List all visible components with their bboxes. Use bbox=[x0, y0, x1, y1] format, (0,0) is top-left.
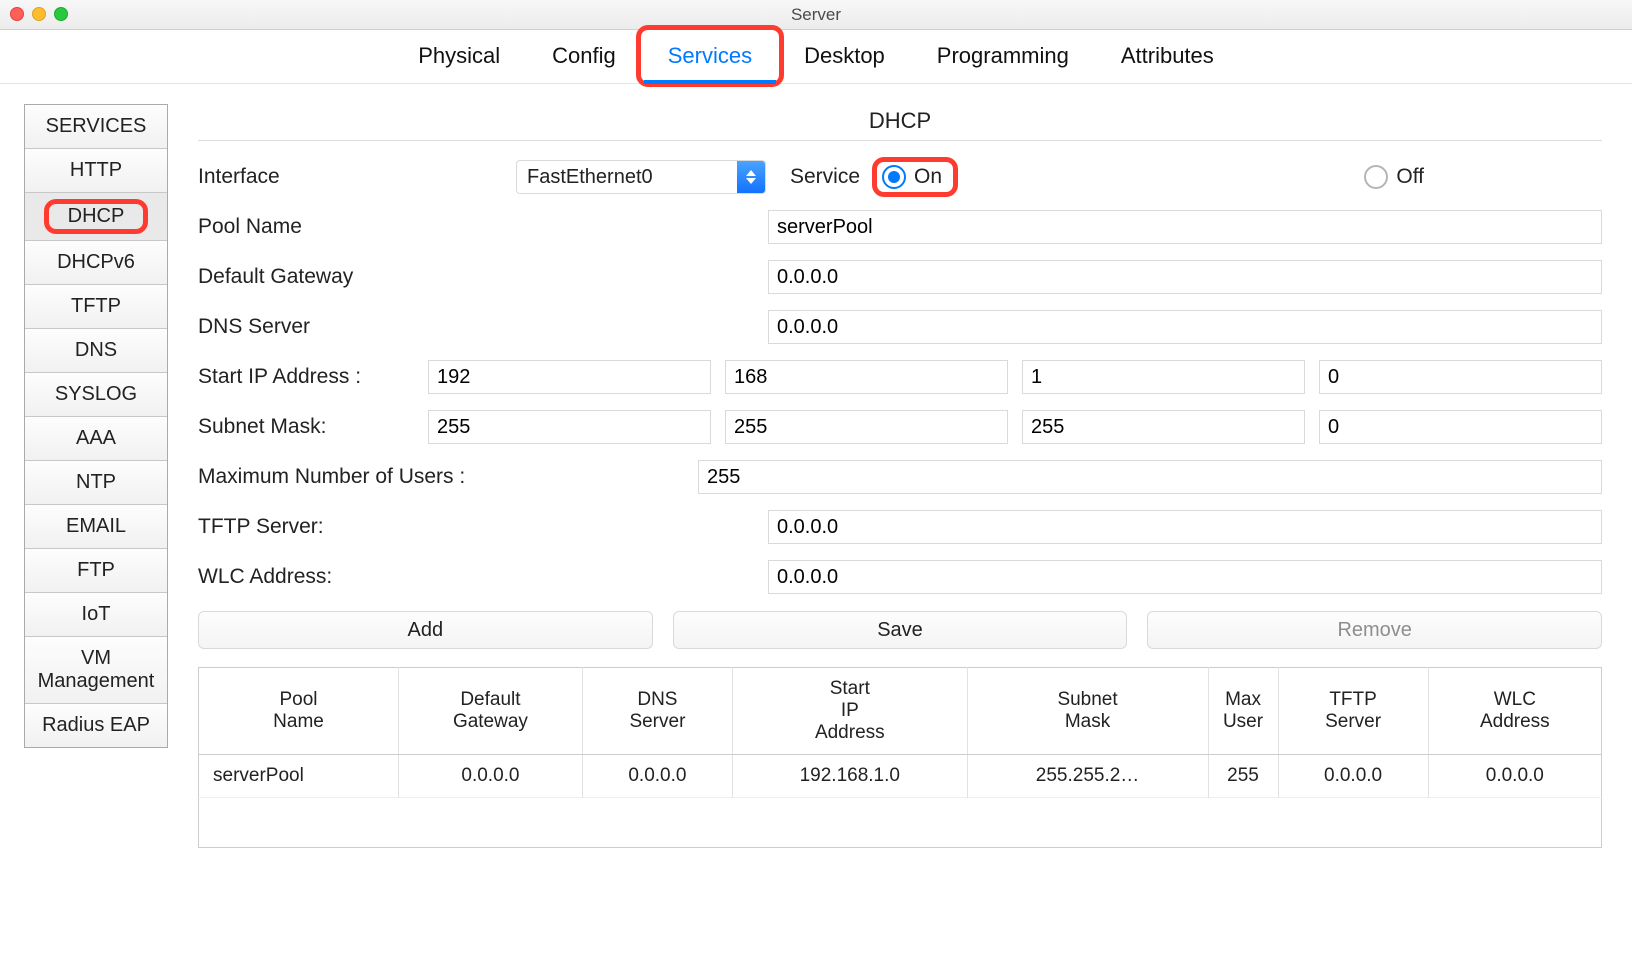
minimize-icon[interactable] bbox=[32, 7, 46, 21]
subnet-octet-4[interactable] bbox=[1319, 410, 1602, 444]
pool-name-label: Pool Name bbox=[198, 215, 768, 239]
cell-gw: 0.0.0.0 bbox=[399, 754, 583, 797]
col-max-user[interactable]: MaxUser bbox=[1208, 668, 1278, 755]
sidebar-item-email[interactable]: EMAIL bbox=[25, 505, 167, 549]
sidebar-item-ntp[interactable]: NTP bbox=[25, 461, 167, 505]
subnet-octet-1[interactable] bbox=[428, 410, 711, 444]
start-ip-octet-4[interactable] bbox=[1319, 360, 1602, 394]
table-header-row: PoolName DefaultGateway DNSServer StartI… bbox=[199, 668, 1602, 755]
sidebar-item-iot[interactable]: IoT bbox=[25, 593, 167, 637]
action-buttons: Add Save Remove bbox=[198, 611, 1602, 649]
dns-server-input[interactable] bbox=[768, 310, 1602, 344]
dns-server-label: DNS Server bbox=[198, 315, 768, 339]
window-titlebar: Server bbox=[0, 0, 1632, 30]
services-sidebar: SERVICES HTTP DHCP DHCPv6 TFTP DNS SYSLO… bbox=[24, 104, 168, 748]
cell-dns: 0.0.0.0 bbox=[582, 754, 732, 797]
col-tftp[interactable]: TFTPServer bbox=[1278, 668, 1428, 755]
window-title: Server bbox=[791, 5, 841, 25]
tftp-server-input[interactable] bbox=[768, 510, 1602, 544]
start-ip-label: Start IP Address : bbox=[198, 365, 428, 389]
close-icon[interactable] bbox=[10, 7, 24, 21]
cell-wlc: 0.0.0.0 bbox=[1428, 754, 1601, 797]
cell-max: 255 bbox=[1208, 754, 1278, 797]
sidebar-item-http[interactable]: HTTP bbox=[25, 149, 167, 193]
wlc-address-input[interactable] bbox=[768, 560, 1602, 594]
tab-attributes[interactable]: Attributes bbox=[1095, 29, 1240, 83]
window-controls bbox=[10, 7, 68, 21]
radio-off-icon bbox=[1364, 165, 1388, 189]
tab-programming[interactable]: Programming bbox=[911, 29, 1095, 83]
service-off-option[interactable]: Off bbox=[1364, 165, 1424, 189]
col-pool-name[interactable]: PoolName bbox=[199, 668, 399, 755]
dhcp-panel: DHCP Interface FastEthernet0 Service On … bbox=[198, 104, 1612, 848]
sidebar-item-aaa[interactable]: AAA bbox=[25, 417, 167, 461]
chevron-updown-icon bbox=[737, 161, 765, 193]
tab-physical[interactable]: Physical bbox=[392, 29, 526, 83]
remove-button[interactable]: Remove bbox=[1147, 611, 1602, 649]
pool-table: PoolName DefaultGateway DNSServer StartI… bbox=[198, 667, 1602, 848]
col-subnet[interactable]: SubnetMask bbox=[967, 668, 1208, 755]
table-row[interactable]: serverPool 0.0.0.0 0.0.0.0 192.168.1.0 2… bbox=[199, 754, 1602, 797]
interface-value: FastEthernet0 bbox=[517, 161, 737, 193]
col-start-ip[interactable]: StartIPAddress bbox=[732, 668, 967, 755]
service-label: Service bbox=[790, 165, 860, 189]
max-users-label: Maximum Number of Users : bbox=[198, 465, 698, 489]
subnet-mask-label: Subnet Mask: bbox=[198, 415, 428, 439]
subnet-octet-2[interactable] bbox=[725, 410, 1008, 444]
radio-on-icon bbox=[882, 165, 906, 189]
add-button[interactable]: Add bbox=[198, 611, 653, 649]
default-gateway-input[interactable] bbox=[768, 260, 1602, 294]
main-tabs: Physical Config Services Desktop Program… bbox=[0, 30, 1632, 84]
col-default-gw[interactable]: DefaultGateway bbox=[399, 668, 583, 755]
sidebar-item-label: DHCP bbox=[68, 205, 125, 227]
subnet-octet-3[interactable] bbox=[1022, 410, 1305, 444]
max-users-input[interactable] bbox=[698, 460, 1602, 494]
save-button[interactable]: Save bbox=[673, 611, 1128, 649]
service-on-label: On bbox=[914, 165, 942, 189]
sidebar-header: SERVICES bbox=[25, 105, 167, 149]
interface-label: Interface bbox=[198, 165, 498, 189]
cell-mask: 255.255.2… bbox=[967, 754, 1208, 797]
sidebar-item-tftp[interactable]: TFTP bbox=[25, 285, 167, 329]
panel-title: DHCP bbox=[198, 104, 1602, 141]
cell-start: 192.168.1.0 bbox=[732, 754, 967, 797]
tab-services[interactable]: Services bbox=[642, 29, 778, 83]
sidebar-item-dns[interactable]: DNS bbox=[25, 329, 167, 373]
start-ip-octet-1[interactable] bbox=[428, 360, 711, 394]
service-on-option[interactable]: On bbox=[878, 161, 952, 193]
cell-tftp: 0.0.0.0 bbox=[1278, 754, 1428, 797]
sidebar-item-ftp[interactable]: FTP bbox=[25, 549, 167, 593]
tab-config[interactable]: Config bbox=[526, 29, 642, 83]
start-ip-octet-3[interactable] bbox=[1022, 360, 1305, 394]
default-gateway-label: Default Gateway bbox=[198, 265, 768, 289]
wlc-address-label: WLC Address: bbox=[198, 565, 768, 589]
sidebar-item-dhcp[interactable]: DHCP bbox=[25, 193, 167, 241]
tab-desktop[interactable]: Desktop bbox=[778, 29, 911, 83]
zoom-icon[interactable] bbox=[54, 7, 68, 21]
sidebar-item-radius-eap[interactable]: Radius EAP bbox=[25, 704, 167, 747]
service-off-label: Off bbox=[1396, 165, 1424, 189]
col-dns[interactable]: DNSServer bbox=[582, 668, 732, 755]
sidebar-item-syslog[interactable]: SYSLOG bbox=[25, 373, 167, 417]
cell-pool: serverPool bbox=[199, 754, 399, 797]
pool-name-input[interactable] bbox=[768, 210, 1602, 244]
start-ip-octet-2[interactable] bbox=[725, 360, 1008, 394]
tftp-server-label: TFTP Server: bbox=[198, 515, 768, 539]
sidebar-item-vm[interactable]: VM Management bbox=[25, 637, 167, 704]
interface-select[interactable]: FastEthernet0 bbox=[516, 160, 766, 194]
sidebar-item-dhcpv6[interactable]: DHCPv6 bbox=[25, 241, 167, 285]
col-wlc[interactable]: WLCAddress bbox=[1428, 668, 1601, 755]
